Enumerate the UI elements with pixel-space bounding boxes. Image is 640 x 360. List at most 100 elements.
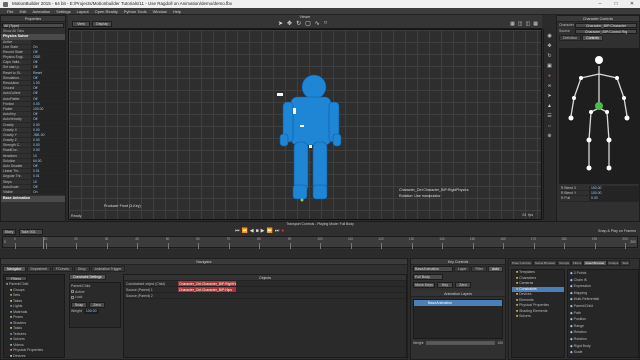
property-value[interactable]: Off <box>31 49 65 55</box>
take-dropdown[interactable]: Take 001 <box>19 229 43 235</box>
property-value[interactable]: Off <box>31 65 65 70</box>
property-value[interactable]: -981.00 <box>31 132 65 138</box>
asset-item[interactable]: ◆ Multi-Referential <box>568 296 638 303</box>
menu-open-reality[interactable]: Open Reality <box>92 8 121 14</box>
record-icon[interactable]: ● <box>281 228 284 234</box>
character-skeleton-view[interactable] <box>559 48 639 184</box>
rotate-icon[interactable]: ↻ <box>547 53 551 59</box>
close-button[interactable]: ✕ <box>624 0 640 8</box>
constraint-slot-value[interactable]: Character_Ctrl:Character_BIP:RightHand <box>178 281 236 286</box>
active-checkbox[interactable]: Active <box>75 290 85 294</box>
menu-help[interactable]: Help <box>170 8 184 14</box>
tab-constraint-settings[interactable]: Constraint Settings <box>69 274 106 280</box>
asset-browser-tab[interactable]: Filters <box>571 260 584 266</box>
asset-browser-tab[interactable]: Groups <box>557 260 572 266</box>
tab-fcurves[interactable]: FCurves <box>51 266 73 272</box>
tab-controls[interactable]: Controls <box>582 35 603 41</box>
tab-story[interactable]: Story <box>73 266 90 272</box>
property-value[interactable]: 0.00 <box>31 101 65 106</box>
constraint-slot-value[interactable]: Character_Ctrl:Character_BIP:Hips <box>178 287 236 292</box>
property-value[interactable]: 64.00 <box>31 158 65 163</box>
property-value[interactable]: Off <box>31 60 65 65</box>
pin-icon[interactable]: ▲ <box>547 103 552 109</box>
layout-4-icon[interactable]: ▦ <box>533 21 538 27</box>
view-button[interactable]: View <box>72 21 90 27</box>
asset-folder[interactable]: ■ Solvers <box>512 314 564 320</box>
character-dropdown[interactable]: Character_BIP:Character <box>575 22 637 28</box>
asset-item[interactable]: ◆ Chain IK <box>568 277 638 284</box>
move-keys-button[interactable]: Move Keys <box>413 282 435 288</box>
asset-item[interactable]: ◆ Rotation <box>568 336 638 343</box>
tab-navigator[interactable]: Navigator <box>3 266 26 272</box>
key-icon[interactable]: ● <box>548 73 551 79</box>
asset-browser-tab[interactable]: Pose Controls <box>510 260 533 266</box>
property-value[interactable]: 0.00 <box>31 148 65 153</box>
property-value[interactable]: 1.00 <box>31 81 65 86</box>
tab-filter[interactable]: Filter <box>471 266 488 272</box>
play-mode-label[interactable]: Snap & Play on Frames <box>598 229 636 233</box>
filters-button[interactable]: Filters <box>5 276 27 281</box>
tab-layer[interactable]: Layer <box>453 266 471 272</box>
menu-settings[interactable]: Settings <box>53 8 73 14</box>
curve-tool-icon[interactable]: ∿ <box>315 20 320 27</box>
asset-item[interactable]: ◆ Parent/Child <box>568 303 638 310</box>
ragdoll-character[interactable] <box>69 30 542 220</box>
rotate-tool-icon[interactable]: ↻ <box>296 20 301 27</box>
property-value[interactable]: 0.00 <box>31 127 65 132</box>
scale-tool-icon[interactable]: ▢ <box>305 20 311 27</box>
property-value[interactable]: ODE <box>31 55 65 60</box>
blend-y-value[interactable]: 100.00 <box>589 191 639 196</box>
menu-layout[interactable]: Layout <box>74 8 92 14</box>
tree-item[interactable]: ■ Devices <box>4 354 64 360</box>
minimize-button[interactable]: – <box>592 0 608 8</box>
asset-item[interactable]: ◆ Relation <box>568 329 638 336</box>
zoom-icon[interactable]: ⊕ <box>547 133 551 139</box>
constraint-slot-value[interactable] <box>178 293 236 298</box>
property-value[interactable]: 10 <box>31 179 65 184</box>
scale-icon[interactable]: ▣ <box>547 63 552 69</box>
select-tool-icon[interactable]: ➤ <box>278 20 283 27</box>
property-value[interactable]: On <box>31 44 65 49</box>
timeline-cursor[interactable] <box>43 237 44 249</box>
layer-base-animation[interactable]: BaseAnimation <box>414 300 502 306</box>
property-value[interactable]: 0.01 <box>31 174 65 179</box>
prev-key-icon[interactable]: ⏪ <box>242 228 248 234</box>
asset-item[interactable]: ◆ Path <box>568 310 638 317</box>
translate-icon[interactable]: ✥ <box>547 43 551 49</box>
property-value[interactable]: Off <box>31 184 65 189</box>
display-button[interactable]: Display <box>92 21 112 27</box>
play-icon[interactable]: ▶ <box>261 228 265 234</box>
property-value[interactable]: 0.00 <box>31 138 65 143</box>
key-button[interactable]: Key <box>437 282 453 288</box>
maximize-button[interactable]: □ <box>608 0 624 8</box>
tab-auto[interactable]: Auto <box>488 266 503 272</box>
property-value[interactable]: Reset <box>31 70 65 75</box>
asset-browser-tab[interactable]: Asset Browser <box>583 260 607 266</box>
asset-item[interactable]: ◆ Mapping <box>568 290 638 297</box>
play-back-icon[interactable]: ◀ <box>250 228 254 234</box>
timeline[interactable]: 0 0 10 20 30 40 50 60 70 80 90 100 110 120 130 140 150 1… <box>2 236 638 249</box>
layout-1-icon[interactable]: ▦ <box>510 21 515 27</box>
property-value[interactable]: Off <box>31 91 65 96</box>
tab-animation-trigger[interactable]: Animation Trigger <box>90 266 126 272</box>
asset-item[interactable]: ◆ Scale <box>568 349 638 356</box>
weight-value[interactable]: 100.00 <box>83 308 99 314</box>
layout-3-icon[interactable]: ◫ <box>526 21 531 27</box>
group-base-animation[interactable]: Base Animation <box>1 196 65 202</box>
camera-icon[interactable]: ◉ <box>547 33 551 39</box>
select-icon[interactable]: ➤ <box>547 93 551 99</box>
blend-x-value[interactable]: 100.00 <box>589 186 639 191</box>
tab-dopesheet[interactable]: Dopesheet <box>26 266 51 272</box>
property-filter-dropdown[interactable]: All (Type) <box>2 22 64 28</box>
property-value[interactable] <box>31 39 65 44</box>
snap-button[interactable]: Snap <box>71 301 87 308</box>
tab-definition[interactable]: Definition <box>559 35 582 41</box>
menu-file[interactable]: File <box>4 8 16 14</box>
3d-viewport[interactable]: Producer Front (3-Key) Character_Ctrl:Ch… <box>68 29 542 220</box>
move-tool-icon[interactable]: ✥ <box>287 20 292 27</box>
asset-item[interactable]: ◆ Rigid Body <box>568 343 638 350</box>
mirror-icon[interactable]: ⇔ <box>547 123 552 129</box>
menu-animation[interactable]: Animation <box>29 8 53 14</box>
property-value[interactable]: Off <box>31 75 65 80</box>
circle-tool-icon[interactable]: ○ <box>324 20 328 27</box>
